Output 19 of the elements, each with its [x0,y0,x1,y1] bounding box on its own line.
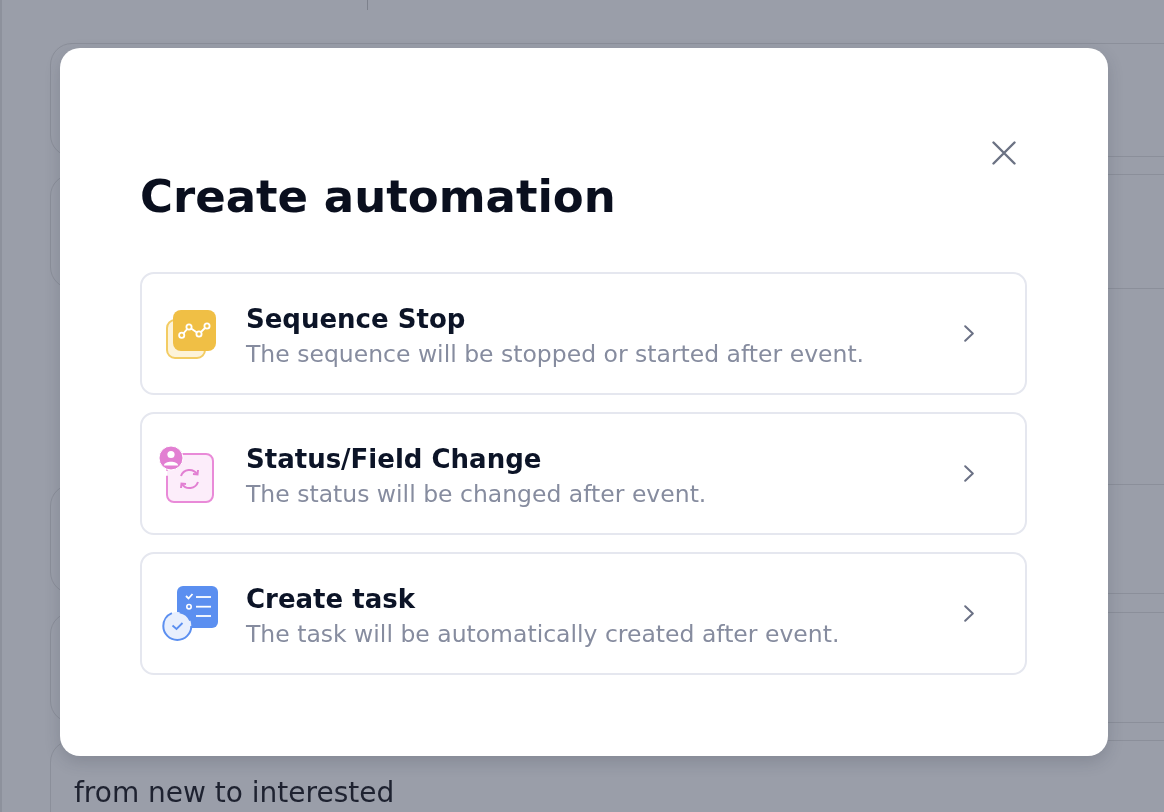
automation-option[interactable]: Sequence Stop The sequence will be stopped or started after event. [140,272,1027,395]
option-description: The task will be automatically created after event. [246,619,840,649]
automation-option[interactable]: Status/Field Change The status will be changed after event. [140,412,1027,535]
option-title: Create task [246,584,415,614]
option-description: The sequence will be stopped or started after event. [246,339,865,369]
chevron-right-icon [964,605,974,622]
close-button[interactable] [992,141,1016,165]
line-chart-icon [166,308,217,359]
chevron-right-icon [964,465,974,482]
user-refresh-icon [158,444,214,503]
chevron-right-icon [964,325,974,342]
option-title: Status/Field Change [246,444,542,474]
option-title: Sequence Stop [246,304,466,334]
automation-option[interactable]: Create task The task will be automatically created after event. [140,552,1027,675]
dialog-title: Create automation [140,170,616,224]
checklist-icon [162,585,219,642]
field-value-text: from new to interested [74,776,395,809]
option-description: The status will be changed after event. [246,479,707,509]
close-icon [992,141,1016,165]
